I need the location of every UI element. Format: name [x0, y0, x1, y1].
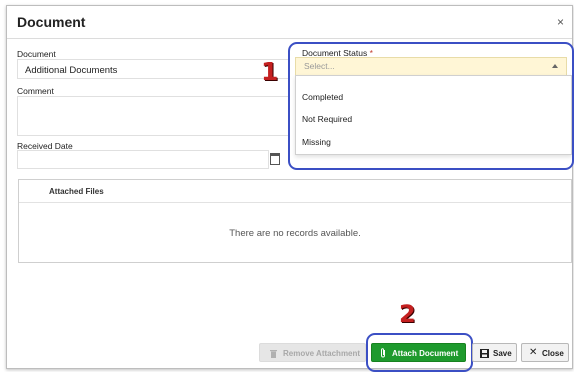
document-value: Additional Documents	[25, 65, 118, 76]
attach-document-label: Attach Document	[392, 349, 459, 358]
paperclip-icon	[381, 348, 385, 358]
comment-label: Comment	[17, 86, 54, 96]
save-icon	[480, 349, 489, 358]
calendar-icon[interactable]	[270, 153, 280, 165]
remove-attachment-label: Remove Attachment	[283, 349, 361, 358]
trash-icon	[270, 350, 277, 358]
remove-attachment-button[interactable]: Remove Attachment	[259, 343, 366, 362]
attached-files-panel: Attached Files There are no records avai…	[18, 179, 572, 263]
status-highlight-box	[288, 42, 574, 170]
close-label: Close	[542, 349, 564, 358]
attached-files-title: Attached Files	[49, 187, 104, 196]
annotation-marker-2: 2	[399, 300, 416, 328]
save-label: Save	[493, 349, 512, 358]
close-icon: ✕	[529, 347, 538, 358]
close-button[interactable]: ✕ Close	[521, 343, 569, 362]
dialog-close-icon[interactable]: ×	[557, 15, 564, 29]
annotation-marker-1: 1	[261, 57, 279, 86]
empty-records-message: There are no records available.	[229, 228, 361, 239]
dialog-title: Document	[17, 14, 86, 30]
received-date-field[interactable]	[17, 150, 269, 169]
document-field[interactable]: Additional Documents	[17, 59, 289, 79]
document-label: Document	[17, 49, 56, 59]
dialog-title-bar: Document ×	[7, 6, 572, 39]
attach-document-button[interactable]: Attach Document	[371, 343, 466, 362]
save-button[interactable]: Save	[472, 343, 517, 362]
comment-field[interactable]	[17, 96, 289, 136]
attached-files-header: Attached Files	[19, 180, 571, 203]
